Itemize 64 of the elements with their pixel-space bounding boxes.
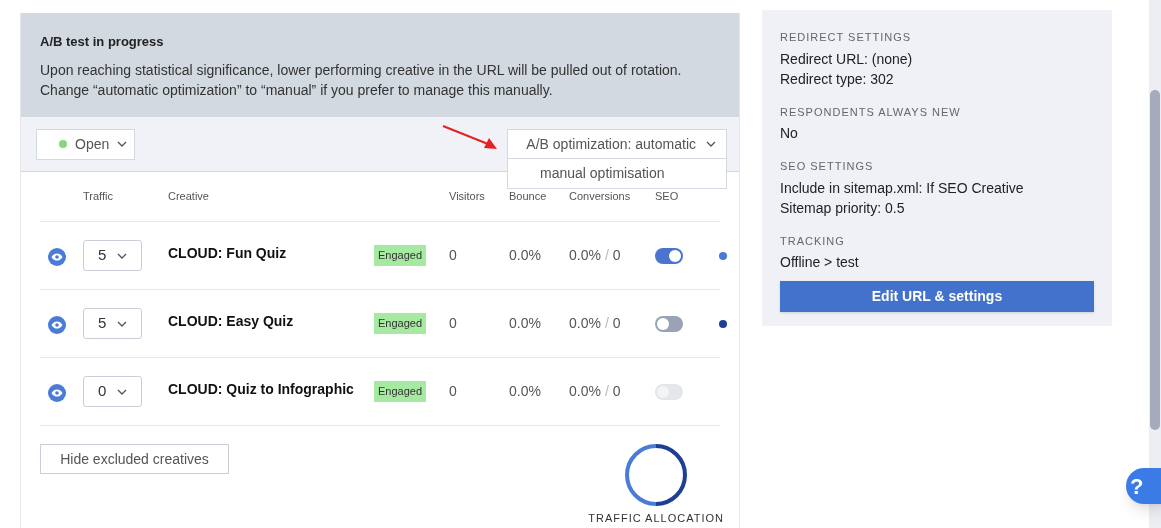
separator-slash: / <box>604 314 609 333</box>
section-heading: REDIRECT SETTINGS <box>780 30 913 45</box>
section-heading: RESPONDENTS ALWAYS NEW <box>780 104 962 120</box>
traffic-select[interactable]: 5 <box>83 308 142 339</box>
traffic-allocation-label: TRAFFIC ALLOCATION <box>588 511 724 526</box>
edit-url-button[interactable]: Edit URL & settings <box>780 281 1094 312</box>
hide-excluded-button[interactable]: Hide excluded creatives <box>40 444 229 474</box>
traffic-select[interactable]: 0 <box>83 376 142 407</box>
annotation-arrow <box>442 125 498 151</box>
eye-icon[interactable] <box>48 247 66 266</box>
seo-toggle[interactable] <box>655 315 683 332</box>
conversions-rate: 0.0% <box>569 246 601 265</box>
status-value: Open <box>75 134 110 154</box>
column-header: Visitors <box>449 189 486 205</box>
bounce-value: 0.0% <box>509 314 542 333</box>
column-header: Creative <box>168 189 210 205</box>
creative-name: CLOUD: Quiz to Infographic <box>168 380 355 399</box>
separator-slash: / <box>604 246 609 265</box>
conversions-rate: 0.0% <box>569 382 601 401</box>
banner-text: Upon reaching statistical significance, lower performing creative in the URL will be pulled out of rotation. Change “automatic optimization” to “manual” if you prefer to manage this manually. <box>40 60 683 100</box>
creative-name: CLOUD: Fun Quiz <box>168 244 288 263</box>
setting-line: Sitemap priority: 0.5 <box>780 198 906 218</box>
setting-line: No <box>780 124 799 143</box>
conversions-count: 0 <box>612 314 621 333</box>
status-tag: Engaged <box>374 245 427 266</box>
status-tag: Engaged <box>374 313 427 334</box>
bounce-value: 0.0% <box>509 246 542 265</box>
chevron-icon <box>117 320 127 327</box>
traffic-select[interactable]: 5 <box>83 240 142 271</box>
column-header: Bounce <box>509 189 548 205</box>
setting-line: Redirect type: 302 <box>780 69 895 89</box>
bounce-value: 0.0% <box>509 382 542 401</box>
section-heading: SEO SETTINGS <box>780 159 875 174</box>
column-header: SEO <box>655 189 680 205</box>
setting-line: Include in sitemap.xml: If SEO Creative <box>780 178 1025 198</box>
conversions-rate: 0.0% <box>569 314 601 333</box>
chevron-icon <box>117 388 127 395</box>
chevron-icon <box>117 141 128 147</box>
banner-title: A/B test in progress <box>40 33 165 51</box>
setting-line: Offline > test <box>780 253 860 272</box>
conversions-count: 0 <box>612 382 621 401</box>
optimization-select[interactable]: A/B optimization: automatic <box>507 128 727 160</box>
separator-slash: / <box>604 382 609 401</box>
creative-name: CLOUD: Easy Quiz <box>168 312 295 331</box>
dropdown-option[interactable]: manual optimisation <box>508 158 726 188</box>
setting-line: Redirect URL: (none) <box>780 49 914 69</box>
visitors-value: 0 <box>449 314 458 333</box>
optimization-value: A/B optimization: automatic <box>526 134 696 154</box>
help-button[interactable]: ? <box>1126 468 1161 504</box>
seo-toggle[interactable] <box>655 247 683 264</box>
visitors-value: 0 <box>449 382 458 401</box>
visitors-value: 0 <box>449 246 458 265</box>
eye-icon[interactable] <box>48 315 66 334</box>
traffic-allocation-donut <box>625 444 688 506</box>
column-header: Conversions <box>569 189 632 205</box>
scrollbar[interactable] <box>1149 0 1161 528</box>
eye-icon[interactable] <box>48 383 66 402</box>
chevron-icon <box>706 141 716 147</box>
chevron-icon <box>117 252 127 259</box>
status-select[interactable]: Open <box>36 128 135 160</box>
status-tag: Engaged <box>374 381 427 402</box>
column-header: Traffic <box>83 189 114 205</box>
conversions-count: 0 <box>612 246 621 265</box>
section-heading: TRACKING <box>780 233 846 249</box>
